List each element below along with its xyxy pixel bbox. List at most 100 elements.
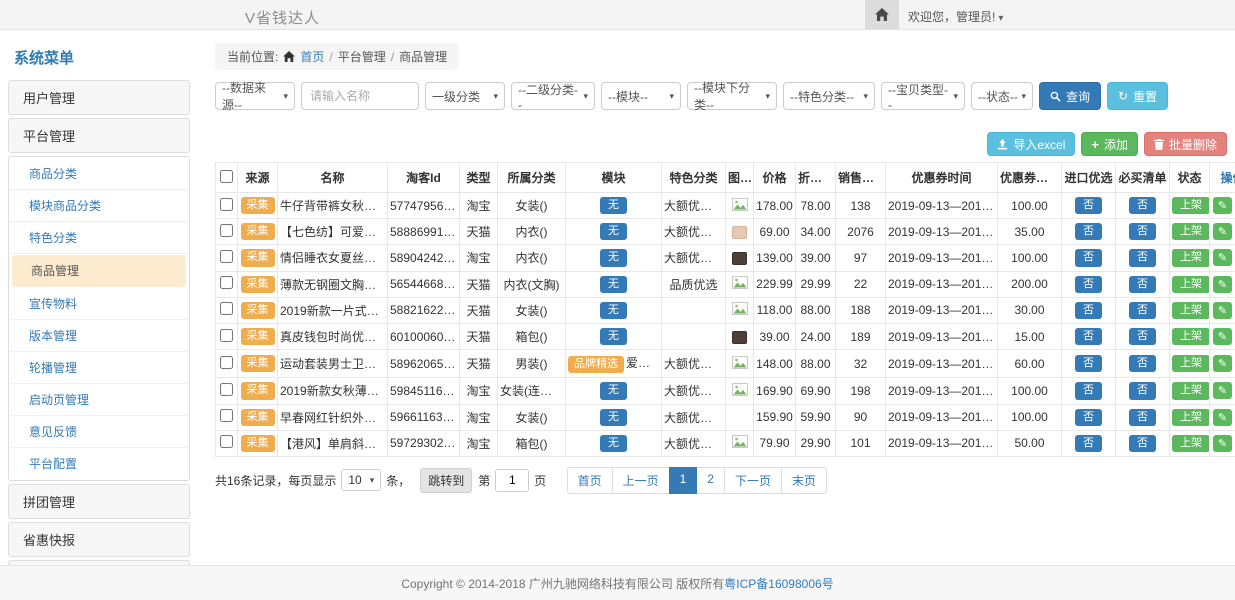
filter-select[interactable]: --模块--▾ [601, 82, 681, 110]
filter-select[interactable]: --二级分类--▾ [511, 82, 595, 110]
user-menu[interactable]: 欢迎您，管理员!▾ [908, 8, 1003, 25]
filter-select[interactable]: --数据来源--▾ [215, 82, 295, 110]
edit-icon[interactable]: ✎ [1213, 435, 1232, 452]
must-buy-toggle[interactable]: 否 [1129, 223, 1156, 240]
sidebar-group[interactable]: 用户管理 [8, 80, 190, 115]
source-cell: 采集 [238, 378, 278, 404]
import-select-toggle[interactable]: 否 [1075, 302, 1102, 319]
row-checkbox[interactable] [220, 198, 233, 211]
row-checkbox[interactable] [220, 302, 233, 315]
must-buy-toggle[interactable]: 否 [1129, 328, 1156, 345]
sidebar-item[interactable]: 宣传物料 [10, 288, 188, 320]
page-button-上一页[interactable]: 上一页 [612, 467, 670, 494]
per-page-select[interactable]: 10 ▾ [341, 469, 381, 491]
status-button[interactable]: 上架 [1172, 276, 1210, 293]
edit-icon[interactable]: ✎ [1213, 302, 1232, 319]
sidebar-item[interactable]: 商品管理 [12, 255, 186, 287]
status-button[interactable]: 上架 [1172, 302, 1210, 319]
import-select-toggle[interactable]: 否 [1075, 382, 1102, 399]
sidebar-item[interactable]: 模块商品分类 [10, 190, 188, 222]
sidebar-item[interactable]: 特色分类 [10, 222, 188, 254]
must-buy-toggle[interactable]: 否 [1129, 435, 1156, 452]
row-checkbox[interactable] [220, 356, 233, 369]
row-checkbox[interactable] [220, 435, 233, 448]
row-checkbox[interactable] [220, 409, 233, 422]
row-checkbox[interactable] [220, 224, 233, 237]
table-row: 采集【七色纺】可爱纯棉家...588869917501天猫内衣()无大额优惠券6… [216, 219, 1235, 245]
must-buy-toggle[interactable]: 否 [1129, 249, 1156, 266]
filter-select[interactable]: --特色分类--▾ [783, 82, 875, 110]
import-select-toggle[interactable]: 否 [1075, 409, 1102, 426]
sidebar-item[interactable]: 平台配置 [10, 448, 188, 479]
must-buy-toggle[interactable]: 否 [1129, 302, 1156, 319]
reset-button[interactable]: ↻ 重置 [1107, 82, 1168, 110]
sidebar-item[interactable]: 启动页管理 [10, 384, 188, 416]
status-button[interactable]: 上架 [1172, 249, 1210, 266]
sidebar-group[interactable]: 省惠快报 [8, 522, 190, 557]
page-button-首页[interactable]: 首页 [567, 467, 613, 494]
import-select-toggle[interactable]: 否 [1075, 435, 1102, 452]
row-checkbox[interactable] [220, 383, 233, 396]
row-checkbox[interactable] [220, 250, 233, 263]
status-button[interactable]: 上架 [1172, 355, 1210, 372]
name-search-input[interactable] [301, 82, 419, 110]
select-all-checkbox[interactable] [220, 170, 233, 183]
must-buy-toggle[interactable]: 否 [1129, 382, 1156, 399]
edit-icon[interactable]: ✎ [1213, 276, 1232, 293]
discount-price-cell: 78.00 [796, 193, 836, 219]
page-button-1[interactable]: 1 [669, 467, 698, 494]
import-select-toggle[interactable]: 否 [1075, 276, 1102, 293]
home-button[interactable] [865, 0, 899, 29]
status-button[interactable]: 上架 [1172, 223, 1210, 240]
edit-icon[interactable]: ✎ [1213, 409, 1232, 426]
icp-link[interactable]: 粤ICP备16098006号 [724, 575, 833, 592]
row-checkbox[interactable] [220, 276, 233, 289]
must-buy-toggle[interactable]: 否 [1129, 276, 1156, 293]
status-button[interactable]: 上架 [1172, 435, 1210, 452]
discount-price-cell: 29.99 [796, 271, 836, 297]
row-checkbox[interactable] [220, 329, 233, 342]
page-button-下一页[interactable]: 下一页 [724, 467, 782, 494]
page-button-末页[interactable]: 末页 [781, 467, 827, 494]
sidebar-item[interactable]: 版本管理 [10, 320, 188, 352]
sidebar-group[interactable]: 拼团管理 [8, 484, 190, 519]
search-button[interactable]: 查询 [1039, 82, 1101, 110]
filter-select[interactable]: 一级分类▾ [425, 82, 505, 110]
batch-delete-button[interactable]: 批量删除 [1144, 132, 1227, 156]
edit-icon[interactable]: ✎ [1213, 382, 1232, 399]
ops-cell: ✎ [1210, 350, 1235, 378]
filter-select[interactable]: --状态--▾ [971, 82, 1033, 110]
sidebar-item[interactable]: 意见反馈 [10, 416, 188, 448]
import-select-toggle[interactable]: 否 [1075, 355, 1102, 372]
sidebar-item[interactable]: 轮播管理 [10, 352, 188, 384]
filter-select[interactable]: --模块下分类--▾ [687, 82, 777, 110]
topbar: V省钱达人 欢迎您，管理员!▾ [0, 0, 1235, 30]
coupon-amount-cell: 100.00 [998, 378, 1062, 404]
status-button[interactable]: 上架 [1172, 409, 1210, 426]
breadcrumb-home-link[interactable]: 首页 [300, 48, 324, 65]
filter-select[interactable]: --宝贝类型--▾ [881, 82, 965, 110]
edit-icon[interactable]: ✎ [1213, 197, 1232, 214]
must-buy-toggle[interactable]: 否 [1129, 409, 1156, 426]
import-select-toggle[interactable]: 否 [1075, 249, 1102, 266]
edit-icon[interactable]: ✎ [1213, 249, 1232, 266]
edit-icon[interactable]: ✎ [1213, 328, 1232, 345]
jump-button[interactable]: 跳转到 [420, 468, 472, 493]
sidebar-item[interactable]: 商品分类 [10, 158, 188, 190]
add-button[interactable]: + 添加 [1081, 132, 1138, 156]
import-select-toggle[interactable]: 否 [1075, 328, 1102, 345]
jump-page-input[interactable] [495, 469, 529, 492]
import-select-toggle[interactable]: 否 [1075, 197, 1102, 214]
status-button[interactable]: 上架 [1172, 382, 1210, 399]
sidebar-group[interactable]: 平台管理 [8, 118, 190, 153]
must-buy-toggle[interactable]: 否 [1129, 355, 1156, 372]
status-button[interactable]: 上架 [1172, 328, 1210, 345]
import-excel-button[interactable]: 导入excel [987, 132, 1075, 156]
must-buy-toggle[interactable]: 否 [1129, 197, 1156, 214]
edit-icon[interactable]: ✎ [1213, 223, 1232, 240]
page-button-2[interactable]: 2 [696, 467, 725, 494]
import-select-toggle[interactable]: 否 [1075, 223, 1102, 240]
status-button[interactable]: 上架 [1172, 197, 1210, 214]
product-thumbnail [732, 331, 747, 344]
edit-icon[interactable]: ✎ [1213, 355, 1232, 372]
